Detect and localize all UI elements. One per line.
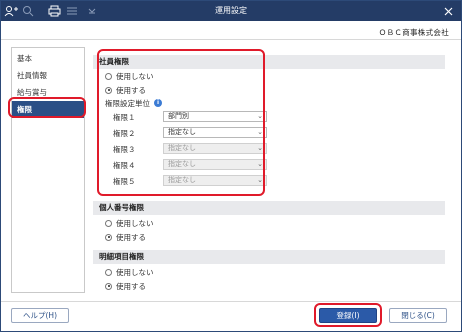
permission-unit-label-row: 権限設定単位 i bbox=[105, 97, 162, 109]
close-button[interactable]: 閉じる(C) bbox=[389, 308, 447, 323]
help-button[interactable]: ヘルプ(H) bbox=[11, 308, 69, 323]
select-value: 指定なし bbox=[168, 144, 196, 152]
permission-4-select: 指定なし ⌄ bbox=[163, 159, 267, 170]
permission-row-1: 権限１ 部門別 ⌄ bbox=[113, 111, 267, 123]
radio-mynumber-used[interactable]: 使用する bbox=[105, 231, 146, 243]
window-title: 運用設定 bbox=[215, 6, 247, 15]
permission-label: 権限３ bbox=[113, 144, 136, 154]
radio-detail-used[interactable]: 使用する bbox=[105, 280, 146, 292]
permission-row-3: 権限３ 指定なし ⌄ bbox=[113, 143, 267, 155]
chevron-down-icon: ⌄ bbox=[257, 144, 263, 152]
title-bar: 運用設定 bbox=[1, 1, 461, 21]
radio-employee-unused[interactable]: 使用しない bbox=[105, 70, 154, 82]
radio-mynumber-unused[interactable]: 使用しない bbox=[105, 217, 154, 229]
radio-detail-unused[interactable]: 使用しない bbox=[105, 266, 154, 278]
sidebar-item-employee-info[interactable]: 社員情報 bbox=[12, 67, 84, 84]
chevron-down-icon: ⌄ bbox=[257, 112, 263, 120]
permission-2-select[interactable]: 指定なし ⌄ bbox=[163, 127, 267, 138]
sidebar-item-label: 権限 bbox=[17, 105, 32, 114]
permission-row-4: 権限４ 指定なし ⌄ bbox=[113, 159, 267, 171]
radio-label: 使用しない bbox=[116, 218, 154, 228]
sidebar-item-salary-bonus[interactable]: 給与賞与 bbox=[12, 84, 84, 101]
radio-label: 使用しない bbox=[116, 71, 154, 81]
sidebar-item-label: 基本 bbox=[17, 54, 32, 63]
permission-row-2: 権限２ 指定なし ⌄ bbox=[113, 127, 267, 139]
radio-button[interactable] bbox=[105, 86, 112, 94]
section-header-mynumber-permission: 個人番号権限 bbox=[93, 201, 445, 215]
close-icon[interactable] bbox=[441, 4, 455, 18]
settings-window: 運用設定 ＯＢＣ商事株式会社 基本 社員情報 給与賞与 権限 社員権限 使用しな… bbox=[0, 0, 462, 332]
section-header-detail-permission: 明細項目権限 bbox=[93, 250, 445, 264]
settings-sidebar: 基本 社員情報 給与賞与 権限 bbox=[11, 47, 85, 293]
sidebar-item-basic[interactable]: 基本 bbox=[12, 50, 84, 67]
chevron-down-icon: ⌄ bbox=[257, 128, 263, 136]
section-header-employee-permission: 社員権限 bbox=[93, 55, 445, 69]
select-value: 指定なし bbox=[168, 160, 196, 168]
radio-label: 使用する bbox=[116, 232, 146, 242]
radio-button[interactable] bbox=[105, 268, 112, 276]
chevron-down-icon: ⌄ bbox=[257, 176, 263, 184]
permission-label: 権限５ bbox=[113, 176, 136, 186]
radio-button[interactable] bbox=[105, 72, 112, 80]
permission-row-5: 権限５ 指定なし ⌄ bbox=[113, 175, 267, 187]
sidebar-item-label: 社員情報 bbox=[17, 71, 47, 80]
permission-5-select: 指定なし ⌄ bbox=[163, 175, 267, 186]
select-value: 指定なし bbox=[168, 128, 196, 136]
permission-1-select[interactable]: 部門別 ⌄ bbox=[163, 111, 267, 122]
info-icon[interactable]: i bbox=[154, 99, 162, 107]
radio-button[interactable] bbox=[105, 233, 112, 241]
sidebar-item-permissions[interactable]: 権限 bbox=[12, 101, 84, 118]
radio-button[interactable] bbox=[105, 282, 112, 290]
permissions-panel: 社員権限 使用しない 使用する 権限設定単位 i 権限１ 部門別 ⌄ 権限２ 指定… bbox=[93, 47, 453, 293]
permission-3-select: 指定なし ⌄ bbox=[163, 143, 267, 154]
select-value: 部門別 bbox=[168, 112, 189, 120]
footer-divider bbox=[1, 301, 461, 302]
radio-label: 使用する bbox=[116, 85, 146, 95]
permission-label: 権限４ bbox=[113, 160, 136, 170]
permission-label: 権限１ bbox=[113, 112, 136, 122]
register-button[interactable]: 登録(I) bbox=[319, 308, 377, 323]
chevron-down-icon: ⌄ bbox=[257, 160, 263, 168]
sidebar-item-label: 給与賞与 bbox=[17, 88, 47, 97]
radio-label: 使用する bbox=[116, 281, 146, 291]
radio-label: 使用しない bbox=[116, 267, 154, 277]
header-divider bbox=[1, 39, 461, 40]
radio-employee-used[interactable]: 使用する bbox=[105, 84, 146, 96]
radio-button[interactable] bbox=[105, 219, 112, 227]
select-value: 指定なし bbox=[168, 176, 196, 184]
permission-unit-label: 権限設定単位 bbox=[105, 98, 150, 108]
permission-label: 権限２ bbox=[113, 128, 136, 138]
company-name: ＯＢＣ商事株式会社 bbox=[378, 28, 449, 37]
